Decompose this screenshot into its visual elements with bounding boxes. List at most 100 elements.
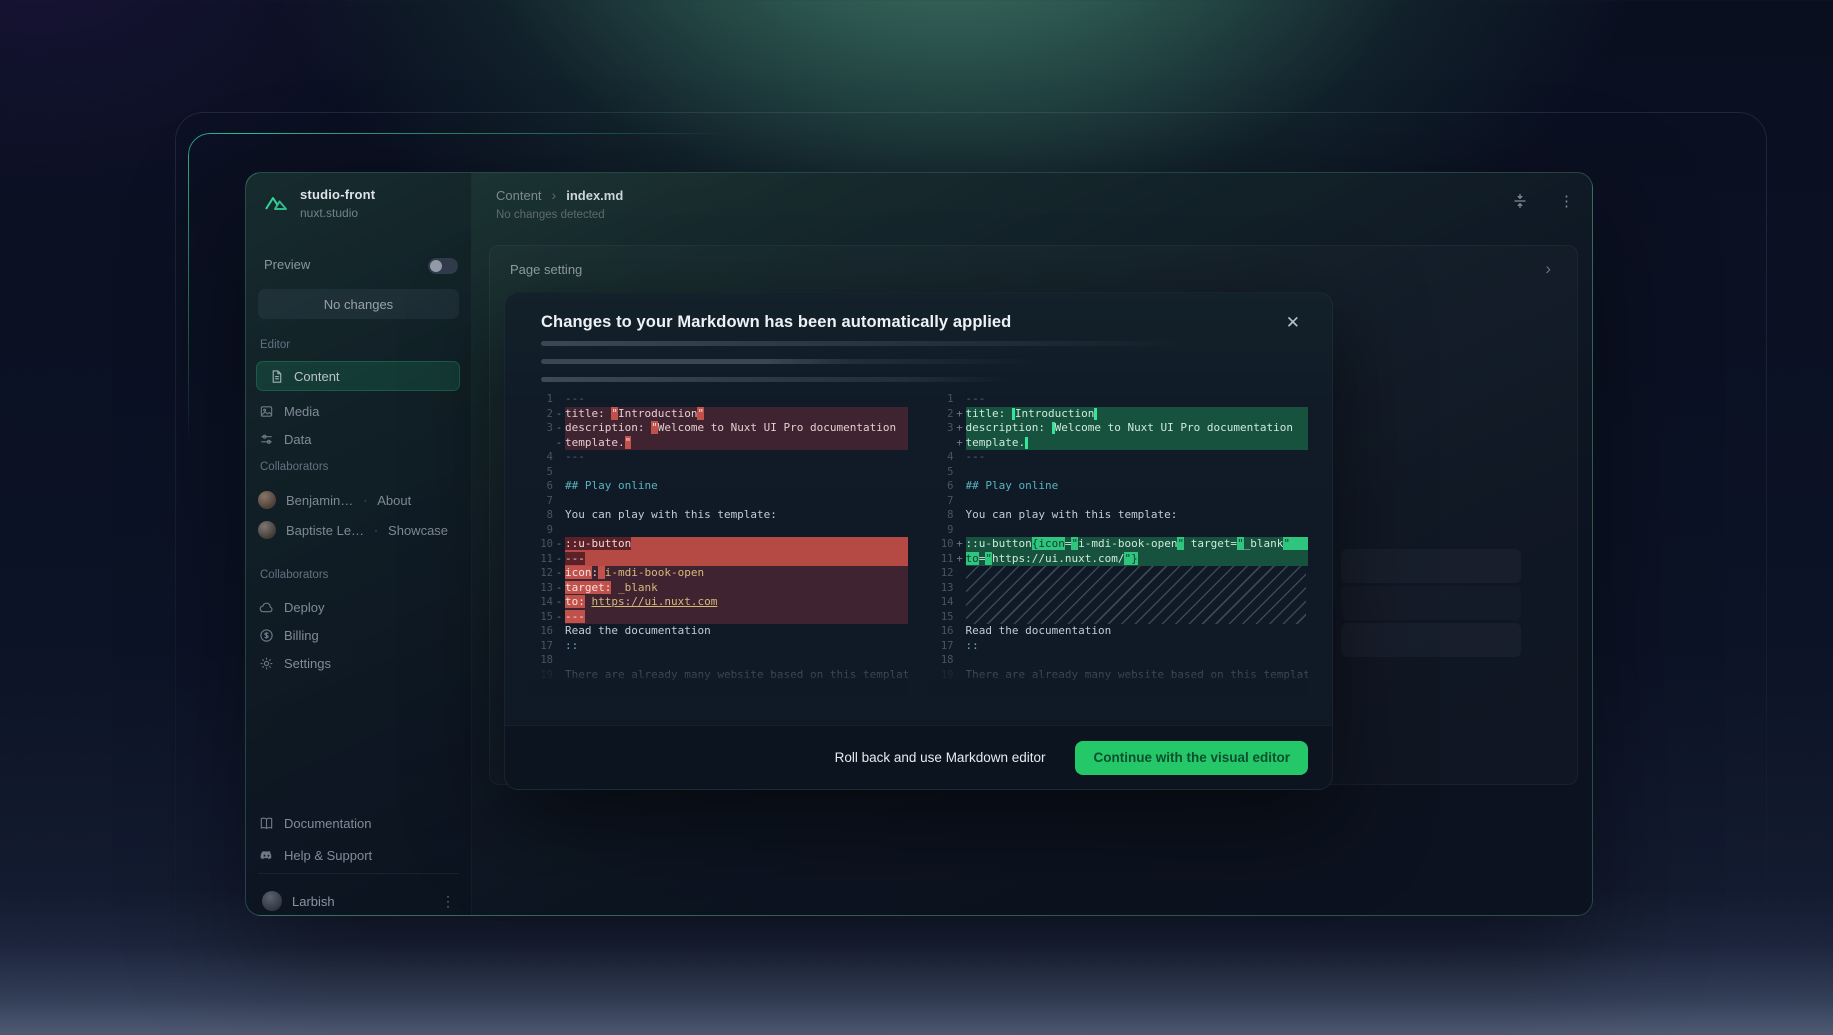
diff-line: 8You can play with this template:	[930, 508, 1309, 523]
diff-line: 19There are already many website based o…	[529, 668, 908, 683]
chevron-right-icon[interactable]: ›	[1545, 259, 1551, 279]
code-segment: target	[565, 581, 605, 594]
breadcrumb-parent[interactable]: Content	[496, 188, 542, 203]
image-icon	[258, 403, 274, 419]
close-icon[interactable]: ✕	[1286, 313, 1300, 333]
line-number: 3	[529, 421, 553, 436]
line-number: 10	[529, 537, 553, 552]
diff-line: 5	[529, 465, 908, 480]
diff-pane-left: 1---2-title: "Introduction"3-description…	[529, 389, 908, 695]
collaborator-row[interactable]: Benjamin… · About	[246, 487, 471, 513]
code-segment: ## Play online	[966, 479, 1059, 492]
sidebar-item-documentation[interactable]: Documentation	[246, 809, 471, 837]
diff-marker	[553, 523, 565, 538]
diff-marker: +	[954, 421, 966, 436]
code-line	[565, 465, 908, 480]
code-segment: title:	[966, 407, 1012, 420]
code-segment: "}	[1124, 552, 1137, 565]
code-line	[565, 494, 908, 509]
diff-line: 11----	[529, 552, 908, 567]
code-segment: i-mdi-book-open	[605, 566, 704, 579]
kebab-menu-icon[interactable]: ⋮	[441, 893, 455, 910]
continue-button[interactable]: Continue with the visual editor	[1075, 741, 1308, 775]
collaborator-page: Showcase	[388, 523, 448, 538]
kebab-menu-icon[interactable]: ⋮	[1559, 192, 1574, 210]
code-segment: "	[985, 552, 992, 565]
code-segment: Welcome to Nuxt UI Pro documentation	[1055, 421, 1293, 434]
sidebar-item-content[interactable]: Content	[256, 361, 460, 391]
code-line: target: _blank	[565, 581, 908, 596]
skeleton-row	[1341, 549, 1521, 583]
code-segment: to	[966, 552, 979, 565]
sidebar-item-data[interactable]: Data	[246, 425, 471, 453]
diff-line: 14-to: https://ui.nuxt.com	[529, 595, 908, 610]
line-number: 7	[529, 494, 553, 509]
gear-icon	[258, 655, 274, 671]
code-line: ::	[565, 639, 908, 654]
diff-marker	[954, 523, 966, 538]
code-line	[966, 523, 1309, 538]
diff-marker	[954, 494, 966, 509]
code-segment: _blank	[1244, 537, 1284, 550]
diff-line: 5	[930, 465, 1309, 480]
project-domain: nuxt.studio	[300, 206, 358, 220]
diff-marker	[553, 392, 565, 407]
diff-marker: +	[954, 552, 966, 567]
code-segment: description:	[565, 421, 651, 434]
diff-line: 2-title: "Introduction"	[529, 407, 908, 422]
line-number: 12	[529, 566, 553, 581]
line-number: 2	[930, 407, 954, 422]
line-number: 6	[529, 479, 553, 494]
user-menu[interactable]: Larbish ⋮	[250, 885, 471, 916]
code-line: title: Introduction	[966, 407, 1309, 422]
breadcrumb: Content › index.md	[496, 187, 623, 203]
code-segment	[598, 566, 605, 579]
line-number: 15	[930, 610, 954, 625]
collaborator-row[interactable]: Baptiste Le… · Showcase	[246, 517, 471, 543]
diff-marker	[954, 653, 966, 668]
sidebar-item-deploy[interactable]: Deploy	[246, 593, 471, 621]
app-logo	[262, 189, 290, 217]
code-segment: There are already many website based on …	[565, 668, 908, 681]
diff-marker: -	[553, 552, 565, 567]
diff-line: 11+to="https://ui.nuxt.com/"}	[930, 552, 1309, 567]
rollback-button[interactable]: Roll back and use Markdown editor	[835, 750, 1046, 765]
no-changes-button[interactable]: No changes	[258, 289, 459, 319]
diff-line: 4---	[930, 450, 1309, 465]
diff-marker: -	[553, 581, 565, 596]
diff-line: 10-::u-button	[529, 537, 908, 552]
sidebar-item-label: Settings	[284, 656, 331, 671]
line-number: 8	[529, 508, 553, 523]
code-segment: _blank	[618, 581, 658, 594]
sidebar-item-help[interactable]: Help & Support	[246, 841, 471, 869]
sidebar-item-settings[interactable]: Settings	[246, 649, 471, 677]
toggle-knob	[430, 260, 442, 272]
code-line: ---	[966, 392, 1309, 407]
collapse-icon[interactable]	[1512, 193, 1528, 209]
sidebar-item-media[interactable]: Media	[246, 397, 471, 425]
code-segment	[1094, 408, 1097, 420]
line-number: 1	[529, 392, 553, 407]
line-number: 11	[930, 552, 954, 567]
sidebar-item-billing[interactable]: Billing	[246, 621, 471, 649]
diff-marker: -	[553, 421, 565, 436]
code-segment: ::u-button	[966, 537, 1032, 550]
dot-separator: ·	[363, 493, 367, 507]
code-line: template."	[565, 436, 908, 451]
diff-marker	[954, 581, 966, 596]
diff-marker	[954, 508, 966, 523]
diff-line: 15----	[529, 610, 908, 625]
diff-marker: -	[553, 537, 565, 552]
diff-line: 16Read the documentation	[529, 624, 908, 639]
code-segment: Introduction	[618, 407, 697, 420]
diff-line: 7	[529, 494, 908, 509]
preview-toggle[interactable]	[428, 258, 458, 274]
code-segment: ::	[966, 639, 979, 652]
code-segment: to	[565, 595, 578, 608]
code-segment: :	[578, 595, 585, 608]
code-line	[565, 523, 908, 538]
diff-line: 18	[930, 653, 1309, 668]
line-number: 2	[529, 407, 553, 422]
code-segment: ---	[565, 392, 585, 405]
diff-marker	[954, 639, 966, 654]
